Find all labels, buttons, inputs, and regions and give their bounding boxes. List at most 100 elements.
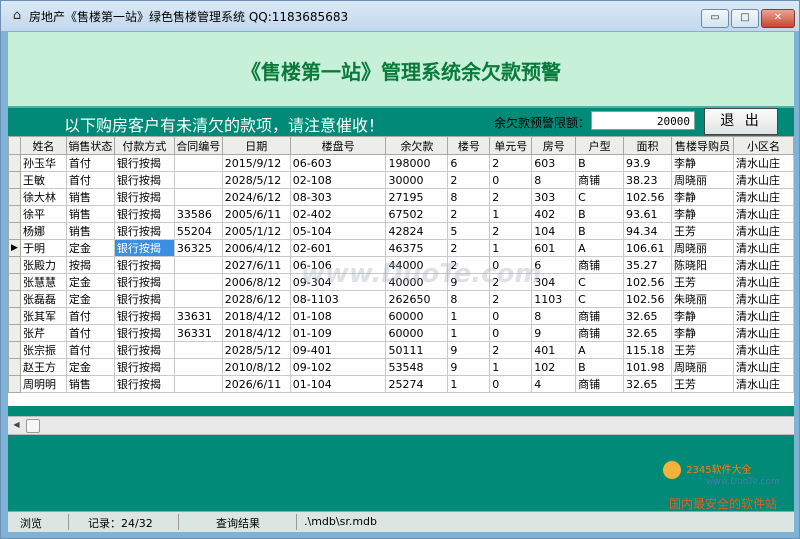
row-header[interactable] (8, 256, 21, 274)
minimize-button[interactable]: ▭ (701, 9, 729, 28)
table-cell[interactable]: 清水山庄 (732, 290, 794, 308)
table-cell[interactable]: 67502 (385, 205, 449, 223)
table-cell[interactable]: 银行按揭 (113, 256, 175, 274)
table-cell[interactable]: 张磊磊 (19, 290, 67, 308)
table-cell[interactable]: 首付 (65, 171, 115, 189)
table-cell[interactable]: 张慧慧 (19, 273, 67, 291)
table-cell[interactable]: 朱晓丽 (671, 290, 734, 308)
table-cell[interactable]: 9 (531, 324, 577, 342)
title-bar[interactable]: ⌂ 房地产《售楼第一站》绿色售楼管理系统 QQ:1183685683 ▭ □ ✕ (1, 1, 799, 31)
table-cell[interactable]: 徐平 (19, 205, 67, 223)
table-cell[interactable]: 首付 (65, 307, 115, 325)
table-row[interactable]: 张芹 首付 银行按揭 36331 2018/4/12 01-109 60000 1 0 9 商铺 32… (8, 324, 794, 342)
table-row[interactable]: 张磊磊 定金 银行按揭 2028/6/12 08-1103 262650 8 2 1103 C 10… (8, 290, 794, 308)
table-cell[interactable]: 102 (531, 358, 577, 376)
table-cell[interactable]: 5 (447, 222, 491, 240)
table-cell[interactable] (173, 375, 223, 393)
table-cell[interactable]: 32.65 (623, 375, 673, 393)
column-header[interactable]: 合同编号 (173, 136, 223, 155)
table-cell[interactable]: 1103 (531, 290, 577, 308)
table-cell[interactable]: 2 (489, 290, 533, 308)
table-cell[interactable]: 2 (489, 154, 533, 172)
table-cell[interactable]: 按揭 (65, 256, 115, 274)
table-cell[interactable]: 603 (531, 154, 577, 172)
table-cell[interactable]: 50111 (385, 341, 449, 359)
table-cell[interactable]: 定金 (65, 239, 115, 257)
table-cell[interactable]: 2028/5/12 (221, 171, 291, 189)
table-cell[interactable]: 93.61 (623, 205, 673, 223)
table-cell[interactable]: 清水山庄 (732, 239, 794, 257)
table-cell[interactable]: 8 (447, 188, 491, 206)
table-cell[interactable]: 2026/6/11 (221, 375, 291, 393)
current-row-indicator-icon[interactable]: ▶ (8, 239, 21, 257)
table-cell[interactable]: 2006/4/12 (221, 239, 291, 257)
table-cell[interactable]: 周晓丽 (671, 358, 734, 376)
table-cell[interactable]: 周明明 (19, 375, 67, 393)
table-cell[interactable]: 首付 (65, 341, 115, 359)
table-cell[interactable]: 清水山庄 (732, 256, 794, 274)
table-cell[interactable]: 42824 (385, 222, 449, 240)
column-header[interactable]: 姓名 (19, 136, 67, 155)
table-cell[interactable]: 陈晓阳 (671, 256, 734, 274)
table-cell[interactable]: 银行按揭 (113, 188, 175, 206)
table-cell[interactable] (173, 290, 223, 308)
table-cell[interactable]: 33631 (173, 307, 223, 325)
table-cell[interactable]: 9 (447, 358, 491, 376)
table-cell[interactable]: 8 (531, 171, 577, 189)
table-cell[interactable]: 2 (489, 222, 533, 240)
table-cell[interactable]: 清水山庄 (732, 205, 794, 223)
table-cell[interactable]: 银行按揭 (113, 290, 175, 308)
table-cell[interactable]: 清水山庄 (732, 375, 794, 393)
table-cell[interactable]: 商铺 (575, 375, 625, 393)
table-cell[interactable]: 01-104 (289, 375, 387, 393)
row-header[interactable] (8, 205, 21, 223)
table-cell[interactable]: 09-102 (289, 358, 387, 376)
table-cell[interactable]: 清水山庄 (732, 307, 794, 325)
table-cell[interactable]: 303 (531, 188, 577, 206)
table-cell[interactable]: 李静 (671, 324, 734, 342)
table-cell[interactable]: 101.98 (623, 358, 673, 376)
table-cell[interactable]: 银行按揭 (113, 273, 175, 291)
horizontal-scrollbar[interactable]: ◀ (8, 416, 794, 435)
table-cell[interactable]: 1 (447, 375, 491, 393)
table-cell[interactable]: 银行按揭 (113, 341, 175, 359)
row-header[interactable] (8, 222, 21, 240)
table-cell[interactable]: 商铺 (575, 256, 625, 274)
table-cell[interactable]: 53548 (385, 358, 449, 376)
table-cell[interactable]: 2027/6/11 (221, 256, 291, 274)
table-cell[interactable]: 115.18 (623, 341, 673, 359)
table-cell[interactable]: 李静 (671, 188, 734, 206)
table-cell[interactable]: 2006/8/12 (221, 273, 291, 291)
table-cell[interactable]: 2015/9/12 (221, 154, 291, 172)
table-cell[interactable]: 106.61 (623, 239, 673, 257)
table-cell[interactable]: 清水山庄 (732, 171, 794, 189)
table-cell[interactable] (173, 256, 223, 274)
table-cell[interactable]: 9 (447, 341, 491, 359)
table-cell[interactable]: 01-109 (289, 324, 387, 342)
column-header[interactable]: 售楼导购员 (671, 136, 734, 155)
table-cell[interactable]: 102.56 (623, 273, 673, 291)
table-cell[interactable]: B (575, 358, 625, 376)
table-cell[interactable]: 银行按揭 (113, 154, 175, 172)
table-cell[interactable] (173, 188, 223, 206)
row-header[interactable] (8, 375, 21, 393)
table-cell[interactable]: 首付 (65, 324, 115, 342)
table-cell[interactable]: 06-603 (289, 154, 387, 172)
table-cell[interactable]: 32.65 (623, 324, 673, 342)
maximize-button[interactable]: □ (731, 9, 759, 28)
table-cell[interactable] (173, 171, 223, 189)
table-cell[interactable]: 262650 (385, 290, 449, 308)
scroll-left-arrow-icon[interactable]: ◀ (9, 418, 24, 432)
table-cell[interactable]: 赵王方 (19, 358, 67, 376)
table-cell[interactable]: 首付 (65, 154, 115, 172)
table-cell[interactable]: 2018/4/12 (221, 307, 291, 325)
table-cell[interactable]: 55204 (173, 222, 223, 240)
table-cell[interactable]: 银行按揭 (113, 358, 175, 376)
table-cell[interactable]: 0 (489, 324, 533, 342)
table-row[interactable]: 赵王方 定金 银行按揭 2010/8/12 09-102 53548 9 1 102 B 101.9… (8, 358, 794, 376)
table-cell[interactable]: 102.56 (623, 290, 673, 308)
threshold-input[interactable]: 20000 (591, 111, 695, 130)
table-cell[interactable]: 清水山庄 (732, 222, 794, 240)
table-cell[interactable]: 杨娜 (19, 222, 67, 240)
table-cell[interactable]: 8 (531, 307, 577, 325)
